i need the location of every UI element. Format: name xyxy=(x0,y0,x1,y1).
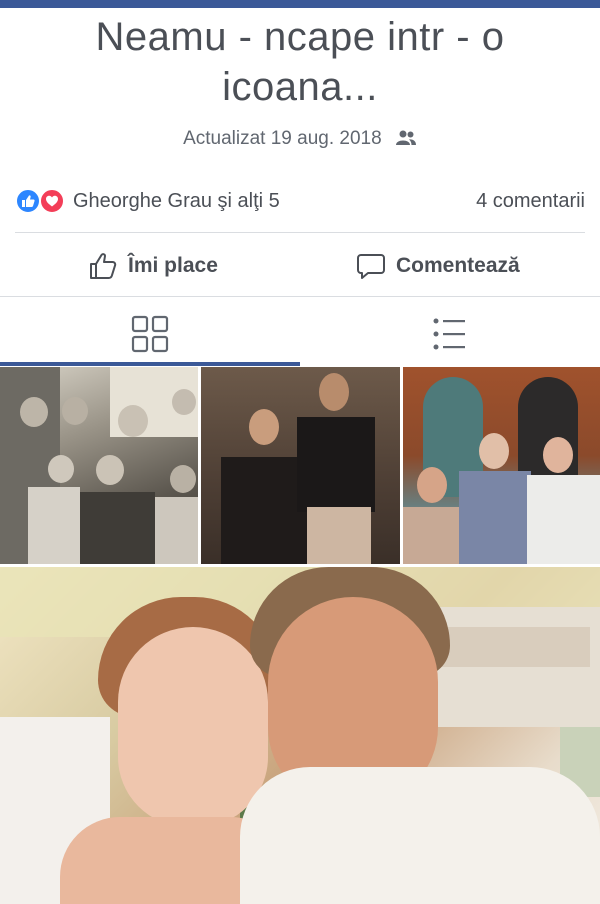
thumbs-up-icon xyxy=(90,253,117,279)
love-reaction-icon xyxy=(39,188,65,214)
like-button[interactable]: Îmi place xyxy=(88,246,218,286)
friends-icon xyxy=(395,130,416,145)
like-label: Îmi place xyxy=(128,254,218,277)
comment-label: Comentează xyxy=(396,254,520,277)
list-view-icon xyxy=(433,318,465,350)
updated-date: Actualizat 19 aug. 2018 xyxy=(183,128,382,149)
tab-list-view[interactable] xyxy=(300,297,600,365)
post-actions: Îmi place Comentează xyxy=(0,240,600,292)
divider xyxy=(15,232,585,233)
family-group-photo[interactable] xyxy=(0,367,198,564)
reactions-bar[interactable]: Gheorghe Grau şi alţi 5 4 comentarii xyxy=(15,186,585,218)
three-women-photo[interactable] xyxy=(403,367,600,564)
tab-grid-view[interactable] xyxy=(0,297,300,365)
comment-bubble-icon xyxy=(357,254,385,279)
couple-vintage-photo[interactable] xyxy=(201,367,400,564)
comments-count-link[interactable]: 4 comentarii xyxy=(476,190,585,213)
top-accent-bar xyxy=(0,0,600,8)
page-title: Neamu - ncape intr - o icoana... xyxy=(95,15,505,109)
grid-view-icon xyxy=(131,315,169,353)
comment-button[interactable]: Comentează xyxy=(356,246,520,286)
view-toggle-tabs xyxy=(0,297,600,365)
updated-line: Actualizat 19 aug. 2018 xyxy=(0,128,600,150)
active-tab-indicator xyxy=(0,362,300,366)
like-reaction-icon xyxy=(15,188,41,214)
selfie-photo[interactable] xyxy=(0,567,600,904)
reactors-text[interactable]: Gheorghe Grau şi alţi 5 xyxy=(73,190,280,213)
